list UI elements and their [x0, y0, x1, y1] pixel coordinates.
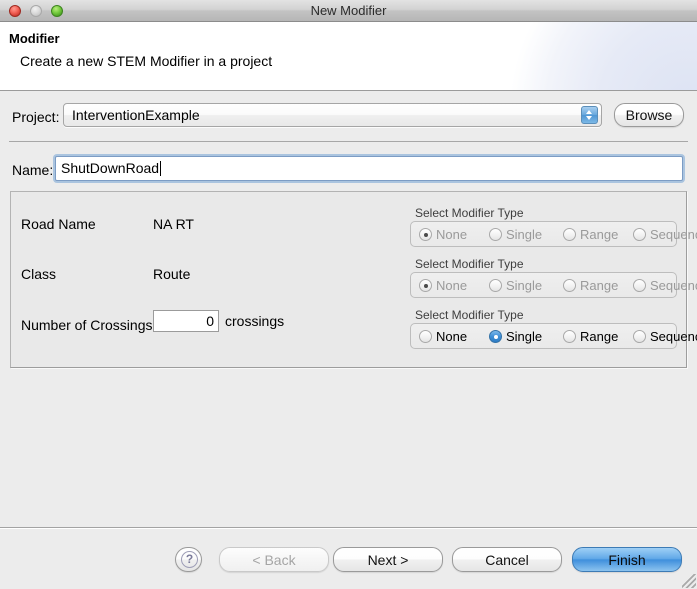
- modifier-type-group-box: None Single Range Sequence: [410, 221, 697, 247]
- radio-dot-icon: [489, 279, 502, 292]
- road-name-value: NA RT: [153, 216, 194, 232]
- radio-label: None: [436, 278, 468, 293]
- radio-label: Single: [506, 278, 543, 293]
- modifier-type-group-class: Select Modifier Type None Single Range S…: [410, 257, 697, 299]
- name-input-text: ShutDownRoad: [61, 160, 162, 176]
- finish-button[interactable]: Finish: [572, 547, 682, 572]
- back-button[interactable]: < Back: [219, 547, 329, 572]
- name-label: Name:: [12, 162, 54, 178]
- radio-dot-icon: [419, 330, 432, 343]
- wizard-header: Modifier Create a new STEM Modifier in a…: [0, 22, 697, 91]
- radio-label: Range: [580, 227, 619, 242]
- radio-dot-icon: [419, 279, 432, 292]
- modifier-type-group-box: None Single Range Sequence: [410, 323, 697, 349]
- project-selected-value: InterventionExample: [72, 107, 200, 123]
- modifier-type-group-road-name: Select Modifier Type None Single Range S…: [410, 206, 697, 248]
- next-button[interactable]: Next >: [333, 547, 443, 572]
- radio-dot-icon: [563, 279, 576, 292]
- radio-label: None: [436, 329, 468, 344]
- modifier-type-group-legend: Select Modifier Type: [415, 206, 524, 220]
- project-combobox[interactable]: InterventionExample: [63, 103, 602, 127]
- class-value: Route: [153, 266, 191, 282]
- project-stepper-button[interactable]: [581, 106, 598, 124]
- section-divider: [9, 141, 688, 142]
- number-of-crossings-value: 0: [206, 313, 214, 329]
- radio-label: Range: [580, 329, 619, 344]
- modifier-type-group-number-of-crossings: Select Modifier Type None Single Range S…: [410, 308, 697, 350]
- modifier-type-group-legend: Select Modifier Type: [415, 308, 524, 322]
- chevron-up-icon: [586, 110, 592, 114]
- dialog-button-bar: ? < Back Next > Cancel Finish: [0, 528, 697, 589]
- wizard-header-title: Modifier: [9, 31, 60, 46]
- name-input[interactable]: ShutDownRoad: [55, 156, 683, 181]
- wizard-header-subtitle: Create a new STEM Modifier in a project: [20, 53, 273, 69]
- radio-label: Single: [506, 227, 543, 242]
- crossings-unit-label: crossings: [225, 313, 285, 329]
- window-title: New Modifier: [310, 3, 387, 18]
- radio-label: None: [436, 227, 468, 242]
- new-modifier-dialog: New Modifier Modifier Create a new STEM …: [0, 0, 697, 589]
- browse-button[interactable]: Browse: [614, 103, 684, 127]
- radio-label: Sequence: [650, 278, 697, 293]
- radio-dot-icon: [563, 228, 576, 241]
- radio-label: Single: [506, 329, 543, 344]
- radio-dot-icon: [489, 228, 502, 241]
- number-of-crossings-input[interactable]: 0: [153, 310, 219, 332]
- dialog-body: Project: InterventionExample Browse Name…: [0, 91, 697, 527]
- modifier-properties-panel: Road Name NA RT Class Route Number of Cr…: [10, 191, 697, 368]
- radio-label: Range: [580, 278, 619, 293]
- modifier-type-group-legend: Select Modifier Type: [415, 257, 524, 271]
- header-decoration-inner: [507, 22, 697, 90]
- radio-dot-icon: [633, 330, 646, 343]
- radio-label: Sequence: [650, 329, 697, 344]
- question-mark-icon: ?: [181, 551, 198, 568]
- radio-dot-icon: [419, 228, 432, 241]
- modifier-type-group-box: None Single Range Sequence: [410, 272, 697, 298]
- text-caret: [160, 161, 162, 176]
- project-label: Project:: [12, 109, 60, 125]
- chevron-down-icon: [586, 116, 592, 120]
- radio-dot-icon: [633, 228, 646, 241]
- radio-label: Sequence: [650, 227, 697, 242]
- radio-dot-icon: [563, 330, 576, 343]
- window-titlebar: New Modifier: [0, 0, 697, 22]
- radio-dot-icon: [489, 330, 502, 343]
- class-label: Class: [21, 266, 57, 282]
- name-input-value: ShutDownRoad: [61, 160, 160, 176]
- cancel-button[interactable]: Cancel: [452, 547, 562, 572]
- resize-grip[interactable]: [682, 574, 696, 588]
- number-of-crossings-label: Number of Crossings: [21, 317, 153, 333]
- road-name-label: Road Name: [21, 216, 96, 232]
- radio-dot-icon: [633, 279, 646, 292]
- help-button[interactable]: ?: [175, 547, 202, 572]
